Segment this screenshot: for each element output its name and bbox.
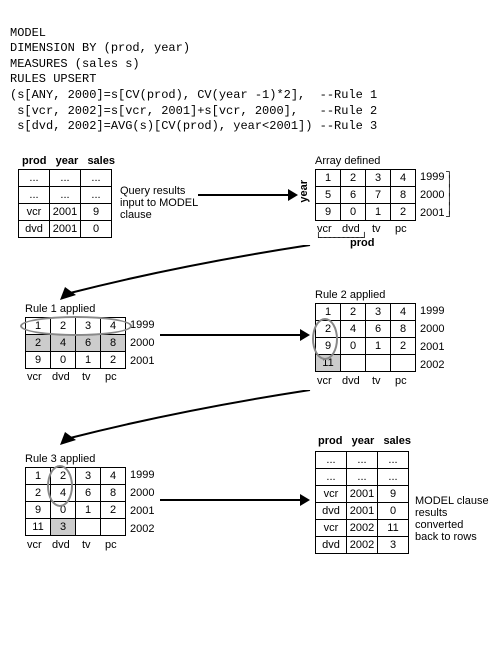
sql-code-block: MODEL DIMENSION BY (prod, year) MEASURES…	[10, 10, 493, 135]
year-label: 2001	[420, 341, 444, 353]
prod-label: tv	[372, 223, 381, 235]
arrow-curve-icon	[60, 390, 320, 450]
year-label: 2002	[420, 359, 444, 371]
year-label: 2001	[130, 355, 154, 367]
header-prod: prod	[318, 435, 342, 447]
prod-label: vcr	[27, 539, 42, 551]
arrow-right-icon	[160, 490, 310, 510]
prod-label: vcr	[317, 375, 332, 387]
year-label: 1999	[420, 171, 444, 183]
year-label: 1999	[130, 319, 154, 331]
code-line: s[dvd, 2002]=AVG(s)[CV(prod), year<2001]…	[10, 119, 377, 133]
diagram-stage: prod year sales ......... ......... vcr2…	[10, 155, 493, 635]
year-label: 2000	[130, 487, 154, 499]
year-label: 2000	[130, 337, 154, 349]
header-prod: prod	[22, 155, 46, 167]
output-caption: MODEL clause results converted back to r…	[415, 495, 489, 543]
prod-label: pc	[395, 223, 407, 235]
output-table: ......... ......... vcr20019 dvd20010 vc…	[315, 451, 409, 554]
code-line: DIMENSION BY (prod, year)	[10, 41, 190, 55]
prod-label: tv	[82, 539, 91, 551]
code-line: MEASURES (sales s)	[10, 57, 140, 71]
year-label: 2001	[420, 207, 444, 219]
prod-label: dvd	[52, 539, 70, 551]
prod-label: pc	[105, 539, 117, 551]
rule1-title: Rule 1 applied	[25, 303, 95, 315]
year-label: 2000	[420, 189, 444, 201]
header-year: year	[352, 435, 375, 447]
rule3-table: 1234 2468 9012 113	[25, 467, 126, 536]
header-sales: sales	[87, 155, 115, 167]
prod-label: pc	[105, 371, 117, 383]
year-label: 2000	[420, 323, 444, 335]
code-line: s[vcr, 2002]=s[vcr, 2001]+s[vcr, 2000], …	[10, 104, 377, 118]
prod-label: tv	[372, 375, 381, 387]
input-caption: Query results input to MODEL clause	[120, 185, 198, 221]
year-label: 2001	[130, 505, 154, 517]
arrow-curve-icon	[60, 245, 320, 305]
year-label: 2002	[130, 523, 154, 535]
code-line: (s[ANY, 2000]=s[CV(prod), CV(year -1)*2]…	[10, 88, 377, 102]
prod-label: pc	[395, 375, 407, 387]
rule2-title: Rule 2 applied	[315, 289, 385, 301]
prod-label: tv	[82, 371, 91, 383]
array-table: 1234 5678 9012	[315, 169, 416, 221]
code-line: RULES UPSERT	[10, 72, 96, 86]
rule2-table: 1234 2468 9012 11	[315, 303, 416, 372]
arrow-right-icon	[198, 185, 298, 205]
header-year: year	[56, 155, 79, 167]
year-label: 1999	[130, 469, 154, 481]
input-table: ......... ......... vcr20019 dvd20010	[18, 169, 112, 238]
code-line: MODEL	[10, 26, 46, 40]
arrow-right-icon	[160, 325, 310, 345]
year-label: 1999	[420, 305, 444, 317]
row-axis-label: year	[298, 180, 310, 203]
rule3-title: Rule 3 applied	[25, 453, 95, 465]
prod-label: dvd	[52, 371, 70, 383]
prod-label: vcr	[27, 371, 42, 383]
header-sales: sales	[383, 435, 411, 447]
rule1-table: 1234 2468 9012	[25, 317, 126, 369]
prod-label: dvd	[342, 375, 360, 387]
array-title: Array defined	[315, 155, 380, 167]
